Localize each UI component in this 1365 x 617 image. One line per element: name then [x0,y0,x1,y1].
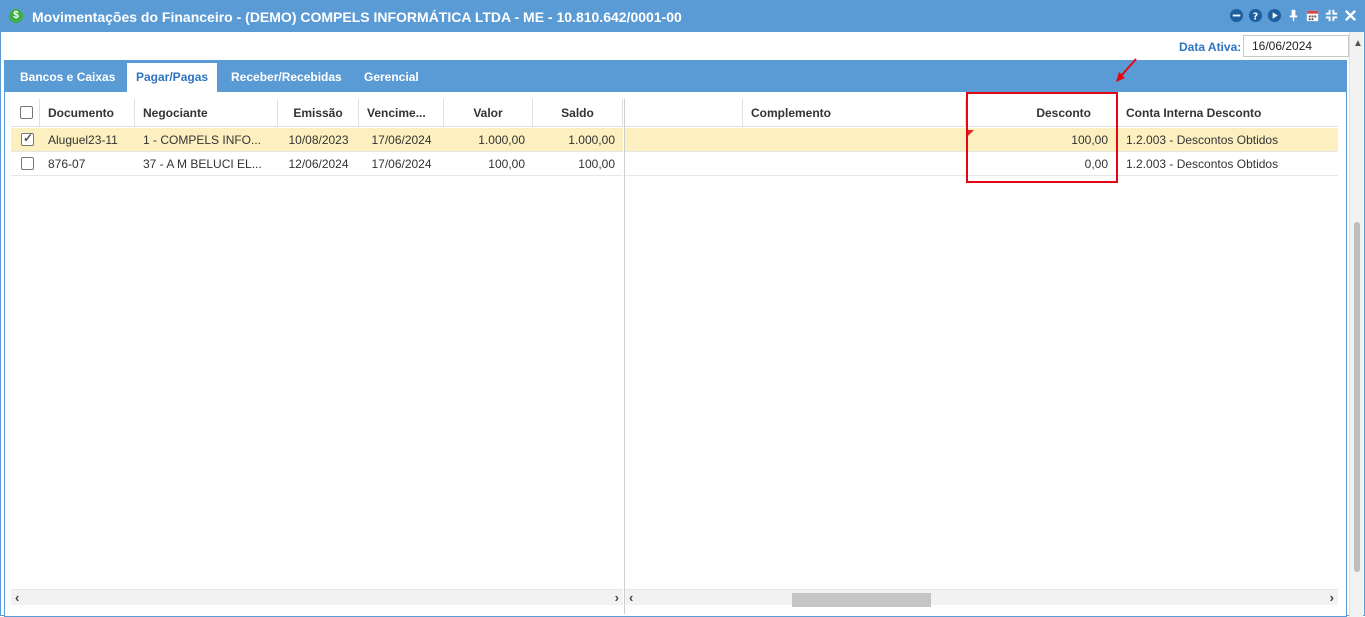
title-bar-icons: ? [1229,8,1358,23]
header-conta-interna-desconto[interactable]: Conta Interna Desconto [1118,99,1338,127]
cell-vencimento: 17/06/2024 [371,133,432,147]
minimize-circle-icon[interactable] [1229,8,1244,23]
left-grid: Documento Negociante Emissão Vencime... … [11,99,623,614]
help-icon[interactable]: ? [1248,8,1263,23]
tab-bancos-caixas[interactable]: Bancos e Caixas [11,63,124,92]
window-title: Movimentações do Financeiro - (DEMO) COM… [32,9,682,25]
right-horizontal-scrollbar[interactable]: ‹ › [625,589,1338,607]
cell-emissao: 12/06/2024 [288,157,349,171]
money-icon: $ [9,9,23,23]
select-all-checkbox[interactable] [20,106,33,119]
tab-receber-recebidas[interactable]: Receber/Recebidas [222,63,351,92]
cell-vencimento: 17/06/2024 [371,157,432,171]
scroll-left-arrow-icon[interactable]: ‹ [629,590,633,605]
active-date-label: Data Ativa: [1179,40,1242,54]
tab-pagar-pagas[interactable]: Pagar/Pagas [127,63,218,92]
header-negociante[interactable]: Negociante [135,99,278,127]
header-emissao[interactable]: Emissão [278,99,359,127]
table-row[interactable]: 876-07 37 - A M BELUCI EL... 12/06/2024 … [11,152,623,176]
header-blank [625,99,743,127]
red-arrow-icon [1116,58,1137,82]
cell-documento: Aluguel23-11 [48,133,118,147]
header-saldo[interactable]: Saldo [533,99,623,127]
cell-conta-interna-desconto: 1.2.003 - Descontos Obtidos [1126,157,1279,171]
cell-negociante: 1 - COMPELS INFO... [143,133,262,147]
scroll-up-arrow-icon[interactable]: ▲ [1353,38,1363,49]
calendar-icon[interactable] [1305,8,1320,23]
scroll-left-arrow-icon[interactable]: ‹ [15,590,19,605]
header-documento[interactable]: Documento [40,99,135,127]
scroll-right-arrow-icon[interactable]: › [1330,590,1334,605]
svg-text:?: ? [1253,11,1258,22]
outer-vertical-scrollbar[interactable]: ▲ [1349,32,1363,617]
header-complemento[interactable]: Complemento [743,99,966,127]
tab-gerencial[interactable]: Gerencial [355,63,428,92]
cell-complemento [743,128,966,152]
cell-conta-interna-desconto: 1.2.003 - Descontos Obtidos [1126,133,1279,147]
cell-negociante: 37 - A M BELUCI EL... [143,157,262,171]
cell-complemento [743,152,966,176]
row-checkbox[interactable] [21,157,34,170]
header-valor[interactable]: Valor [444,99,533,127]
outer-scroll-thumb[interactable] [1354,222,1360,572]
cell-saldo: 1.000,00 [568,133,615,147]
active-date-input[interactable] [1243,35,1349,57]
compress-icon[interactable] [1324,8,1339,23]
tab-bar: Bancos e Caixas Pagar/Pagas Receber/Rece… [4,60,1347,92]
pin-icon[interactable] [1286,8,1301,23]
row-checkbox[interactable] [21,131,34,146]
header-vencimento[interactable]: Vencime... [359,99,444,127]
desconto-highlight-box [966,92,1118,183]
right-scroll-thumb[interactable] [792,593,931,607]
scroll-right-arrow-icon[interactable]: › [615,590,619,605]
table-row[interactable]: Aluguel23-11 1 - COMPELS INFO... 10/08/2… [11,128,623,152]
cell-valor: 100,00 [488,157,525,171]
title-bar: $ Movimentações do Financeiro - (DEMO) C… [1,1,1364,32]
select-all-cell [11,99,40,127]
left-grid-header: Documento Negociante Emissão Vencime... … [11,99,623,127]
cell-emissao: 10/08/2023 [288,133,349,147]
play-icon[interactable] [1267,8,1282,23]
cell-valor: 1.000,00 [478,133,525,147]
tab-panel: Documento Negociante Emissão Vencime... … [4,92,1347,617]
cell-documento: 876-07 [48,157,86,171]
left-horizontal-scrollbar[interactable]: ‹ › [11,589,623,605]
main-window: $ Movimentações do Financeiro - (DEMO) C… [0,0,1365,617]
close-icon[interactable] [1343,8,1358,23]
cell-saldo: 100,00 [578,157,615,171]
